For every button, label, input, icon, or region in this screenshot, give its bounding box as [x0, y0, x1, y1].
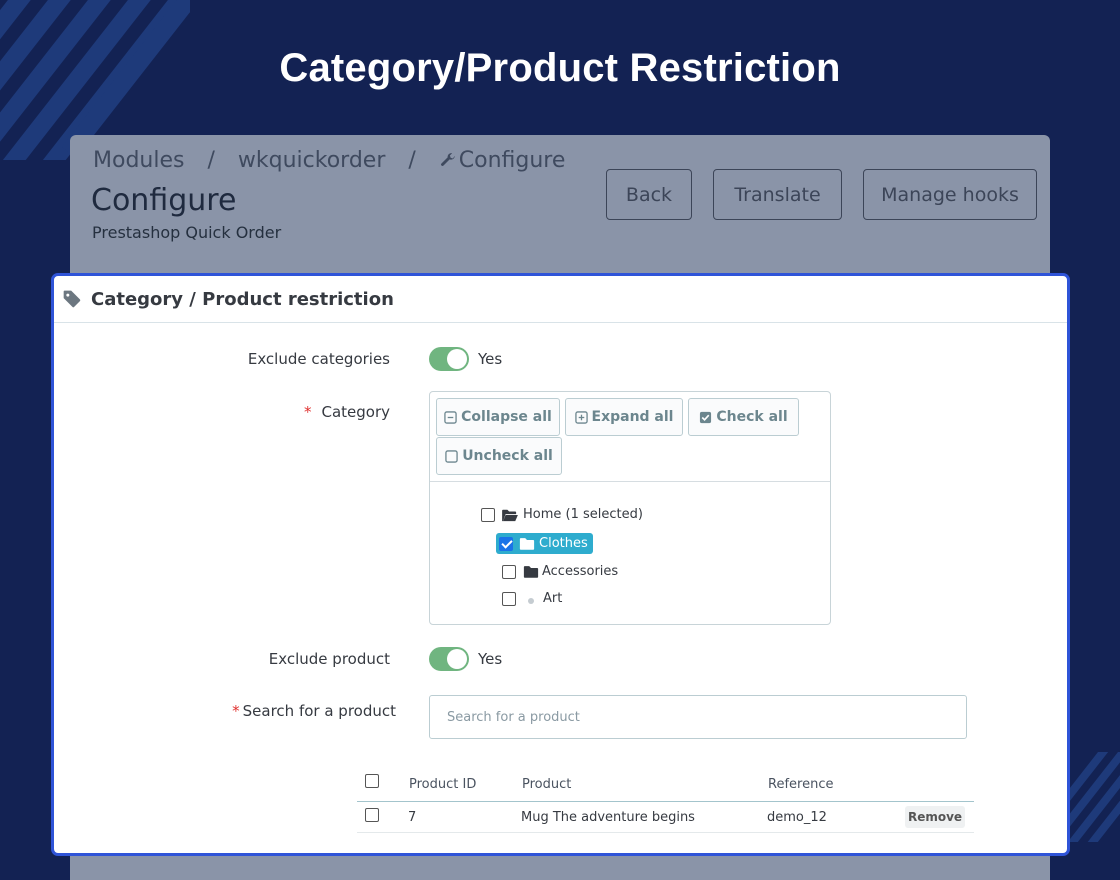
exclude-categories-label: Exclude categories — [247, 350, 390, 368]
remove-button[interactable]: Remove — [905, 806, 965, 828]
select-all-checkbox[interactable] — [365, 774, 379, 788]
breadcrumb-module-name[interactable]: wkquickorder — [238, 148, 385, 173]
page-subtitle: Prestashop Quick Order — [92, 223, 282, 242]
exclude-product-toggle[interactable] — [429, 647, 469, 671]
uncheck-all-label: Uncheck all — [462, 448, 553, 464]
home-label: Home (1 selected) — [523, 507, 643, 522]
art-label: Art — [543, 591, 563, 606]
table-row: 7 Mug The adventure begins demo_12 Remov… — [357, 801, 974, 833]
category-tree: Collapse all Expand all Check all Unchec… — [429, 391, 831, 625]
folder-icon — [519, 538, 535, 550]
column-header-reference: Reference — [768, 777, 834, 792]
tree-node-accessories[interactable]: Accessories — [502, 564, 618, 579]
required-mark: * — [303, 403, 312, 421]
clothes-checkbox[interactable] — [499, 536, 513, 551]
translate-button[interactable]: Translate — [713, 169, 842, 220]
wrench-icon — [440, 153, 455, 166]
search-product-label-text: Search for a product — [242, 702, 396, 720]
accessories-checkbox[interactable] — [502, 564, 516, 579]
selected-highlight: Clothes — [496, 533, 593, 554]
uncheck-all-button[interactable]: Uncheck all — [436, 437, 562, 475]
tree-node-art[interactable]: Art — [502, 591, 562, 606]
row-checkbox[interactable] — [365, 808, 379, 822]
cell-reference: demo_12 — [767, 810, 827, 825]
collapse-all-label: Collapse all — [461, 409, 552, 425]
toggle-knob — [447, 349, 467, 369]
home-checkbox[interactable] — [481, 507, 495, 522]
column-header-product: Product — [522, 777, 572, 792]
required-mark: * — [232, 702, 240, 720]
expand-all-button[interactable]: Expand all — [565, 398, 683, 436]
tree-actions: Collapse all Expand all Check all Unchec… — [430, 392, 830, 482]
art-checkbox[interactable] — [502, 591, 516, 606]
restriction-panel: Category / Product restriction Exclude c… — [51, 273, 1070, 856]
search-product-input[interactable]: Search for a product — [429, 695, 967, 739]
breadcrumb-configure: Configure — [458, 148, 566, 173]
cell-product-id: 7 — [408, 810, 417, 825]
expand-all-label: Expand all — [591, 409, 674, 425]
tree-node-clothes[interactable]: Clothes — [496, 533, 593, 554]
collapse-all-button[interactable]: Collapse all — [436, 398, 560, 436]
checked-square-icon — [700, 411, 712, 423]
hero-title: Category/Product Restriction — [279, 46, 841, 90]
breadcrumb-separator: / — [207, 148, 215, 173]
category-label: * Category — [174, 403, 390, 421]
clothes-label: Clothes — [539, 536, 588, 551]
check-all-label: Check all — [716, 409, 788, 425]
cell-product: Mug The adventure begins — [521, 810, 695, 825]
folder-icon — [523, 566, 539, 578]
empty-square-icon — [445, 449, 458, 463]
exclude-product-label: Exclude product — [268, 650, 390, 668]
accessories-label: Accessories — [542, 564, 619, 579]
tree-node-home[interactable]: Home (1 selected) — [481, 507, 643, 522]
column-header-product-id: Product ID — [409, 777, 477, 792]
tag-icon — [63, 290, 81, 308]
toggle-knob — [447, 649, 467, 669]
exclude-categories-state: Yes — [478, 350, 503, 368]
search-product-label: * Search for a product — [174, 702, 396, 720]
breadcrumb-separator: / — [408, 148, 416, 173]
exclude-product-state: Yes — [478, 650, 503, 668]
breadcrumb: Modules / wkquickorder / Configure — [93, 148, 581, 173]
panel-header: Category / Product restriction — [54, 276, 1067, 323]
manage-hooks-button[interactable]: Manage hooks — [863, 169, 1037, 220]
check-all-button[interactable]: Check all — [688, 398, 799, 436]
panel-title: Category / Product restriction — [91, 288, 394, 310]
folder-open-icon — [502, 509, 518, 521]
breadcrumb-modules[interactable]: Modules — [93, 148, 184, 173]
back-button[interactable]: Back — [606, 169, 692, 220]
page-title: Configure — [91, 183, 237, 218]
exclude-categories-toggle[interactable] — [429, 347, 469, 371]
dot-icon — [528, 597, 534, 604]
expand-icon — [574, 410, 588, 424]
category-label-text: Category — [321, 403, 390, 421]
collapse-icon — [444, 410, 457, 424]
